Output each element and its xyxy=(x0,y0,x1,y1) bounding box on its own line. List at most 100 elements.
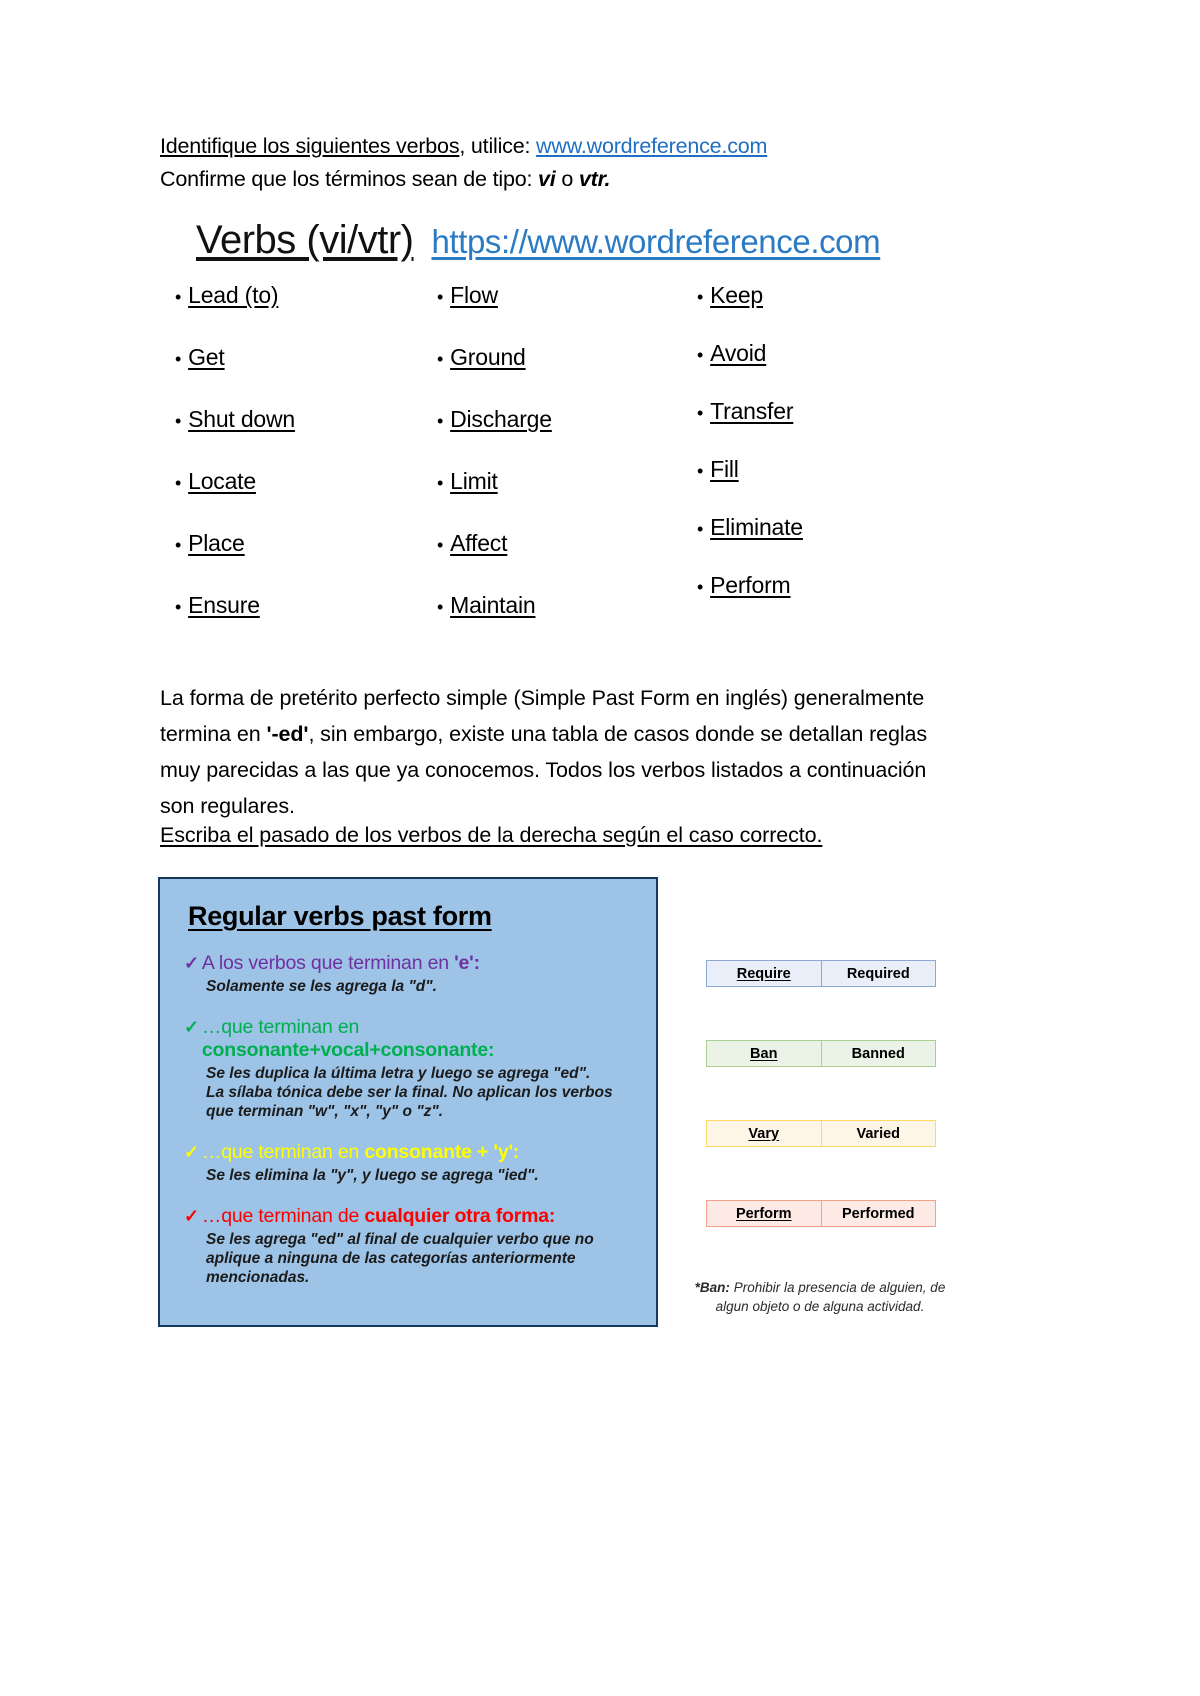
rule-item-2: ✓ …que terminan en consonante+vocal+cons… xyxy=(184,996,656,1121)
check-icon: ✓ xyxy=(184,1206,199,1226)
intro-underlined-text: Identifique los siguientes verbos xyxy=(160,134,460,158)
bullet-icon: • xyxy=(697,577,704,597)
list-item: • Limit xyxy=(437,468,687,530)
wordreference-url[interactable]: https://www.wordreference.com xyxy=(431,223,880,261)
list-item: • Transfer xyxy=(697,398,947,456)
list-item: • Keep xyxy=(697,282,947,340)
explanation-paragraph: La forma de pretérito perfecto simple (S… xyxy=(160,680,960,824)
verb-columns: • Lead (to) • Get • Shut down • Locate • Plac… xyxy=(175,282,1005,654)
wordreference-link[interactable]: www.wordreference.com xyxy=(536,134,767,158)
example-base-cell: Ban xyxy=(707,1041,822,1066)
bullet-icon: • xyxy=(175,287,182,307)
bullet-icon: • xyxy=(175,411,182,431)
rule-1-lead: A los verbos que terminan en xyxy=(201,952,455,974)
example-past-cell: Banned xyxy=(851,1045,905,1062)
verb-label: Perform xyxy=(710,572,791,598)
rule-1-emphasis: 'e': xyxy=(454,952,480,974)
bullet-icon: • xyxy=(437,535,444,555)
example-pairs: Require Required Ban Banned Vary Varied … xyxy=(706,960,936,1280)
check-icon: ✓ xyxy=(184,953,199,973)
verb-label: Keep xyxy=(710,282,764,308)
rule-2-lead: …que terminan en xyxy=(201,1016,360,1038)
example-pair-perform: Perform Performed xyxy=(706,1200,936,1227)
list-item: • Place xyxy=(175,530,425,592)
example-base-label: Vary xyxy=(748,1125,780,1142)
bullet-icon: • xyxy=(697,287,704,307)
list-item: • Ground xyxy=(437,344,687,406)
bullet-icon: • xyxy=(175,597,182,617)
list-item: • Ensure xyxy=(175,592,425,654)
rule-3-heading: ✓ …que terminan en consonante + 'y': xyxy=(184,1141,656,1164)
example-base-cell: Perform xyxy=(707,1201,822,1226)
bullet-icon: • xyxy=(437,349,444,369)
rule-4-emphasis: cualquier otra forma: xyxy=(364,1205,556,1227)
example-base-label: Perform xyxy=(735,1205,792,1222)
bullet-icon: • xyxy=(437,287,444,307)
bullet-icon: • xyxy=(175,535,182,555)
bullet-icon: • xyxy=(437,597,444,617)
list-item: • Fill xyxy=(697,456,947,514)
vi-abbrev: vi xyxy=(538,167,556,191)
rules-panel-title: Regular verbs past form xyxy=(188,901,492,931)
regular-verbs-rules-panel: Regular verbs past form ✓ A los verbos q… xyxy=(158,877,658,1327)
bullet-icon: • xyxy=(697,519,704,539)
verb-label: Flow xyxy=(450,282,498,308)
intro-line-1: Identifique los siguientes verbos, utili… xyxy=(160,130,1040,163)
document-page: Identifique los siguientes verbos, utili… xyxy=(0,0,1200,1696)
example-base-label: Require xyxy=(736,965,791,982)
rule-4-description: Se les agrega "ed" al final de cualquier… xyxy=(206,1231,594,1286)
example-past-cell: Performed xyxy=(841,1205,915,1222)
bullet-icon: • xyxy=(175,349,182,369)
verbs-heading: Verbs (vi/vtr) https://www.wordreference… xyxy=(196,218,881,263)
list-item: • Maintain xyxy=(437,592,687,654)
example-past-cell: Varied xyxy=(856,1125,901,1142)
example-base-cell: Require xyxy=(707,961,822,986)
verb-label: Ground xyxy=(450,344,526,370)
list-item: • Flow xyxy=(437,282,687,344)
bullet-icon: • xyxy=(437,411,444,431)
rule-item-4: ✓ …que terminan de cualquier otra forma:… xyxy=(184,1185,656,1287)
verb-label: Ensure xyxy=(188,592,260,618)
intro-line2-conj: o xyxy=(555,167,579,191)
example-base-label: Ban xyxy=(750,1045,778,1062)
intro-line-2: Confirme que los términos sean de tipo: … xyxy=(160,163,1040,196)
intro-line2-text: Confirme que los términos sean de tipo: xyxy=(160,167,539,191)
verb-label: Eliminate xyxy=(710,514,803,540)
footnote-term: *Ban: xyxy=(694,1280,730,1295)
list-item: • Affect xyxy=(437,530,687,592)
rule-3-emphasis: consonante + 'y': xyxy=(364,1141,520,1163)
rule-4-lead: …que terminan de xyxy=(201,1205,365,1227)
example-pair-vary: Vary Varied xyxy=(706,1120,936,1147)
rule-1-heading: ✓ A los verbos que terminan en 'e': xyxy=(184,952,656,975)
bullet-icon: • xyxy=(437,473,444,493)
verb-label: Place xyxy=(188,530,245,556)
intro-instructions: Identifique los siguientes verbos, utili… xyxy=(160,130,1040,196)
check-icon: ✓ xyxy=(184,1017,199,1037)
verb-label: Affect xyxy=(450,530,508,556)
bullet-icon: • xyxy=(697,403,704,423)
list-item: • Locate xyxy=(175,468,425,530)
list-item: • Eliminate xyxy=(697,514,947,572)
list-item: • Shut down xyxy=(175,406,425,468)
rule-2-emphasis: consonante+vocal+consonante: xyxy=(201,1039,495,1061)
verb-label: Maintain xyxy=(450,592,536,618)
footnote-definition: Prohibir la presencia de alguien, de alg… xyxy=(715,1280,946,1314)
check-icon: ✓ xyxy=(184,1142,199,1162)
verbs-title: Verbs (vi/vtr) xyxy=(196,218,414,262)
verb-label: Fill xyxy=(710,456,739,482)
verb-label: Shut down xyxy=(188,406,295,432)
bullet-icon: • xyxy=(697,461,704,481)
verb-column-3: • Keep • Avoid • Transfer • Fill • Eliminate … xyxy=(697,282,947,654)
rule-4-heading: ✓ …que terminan de cualquier otra forma: xyxy=(184,1205,656,1228)
verb-label: Limit xyxy=(450,468,498,494)
example-pair-ban: Ban Banned xyxy=(706,1040,936,1067)
list-item: • Avoid xyxy=(697,340,947,398)
rule-2-description: Se les duplica la última letra y luego s… xyxy=(206,1065,613,1120)
vtr-abbrev: vtr. xyxy=(578,167,611,191)
verb-label: Get xyxy=(188,344,225,370)
verb-column-2: • Flow • Ground • Discharge • Limit • Affect … xyxy=(437,282,687,654)
verb-label: Lead (to) xyxy=(188,282,279,308)
list-item: • Lead (to) xyxy=(175,282,425,344)
verb-label: Discharge xyxy=(450,406,552,432)
rule-3-description: Se les elimina la "y", y luego se agrega… xyxy=(206,1167,539,1184)
